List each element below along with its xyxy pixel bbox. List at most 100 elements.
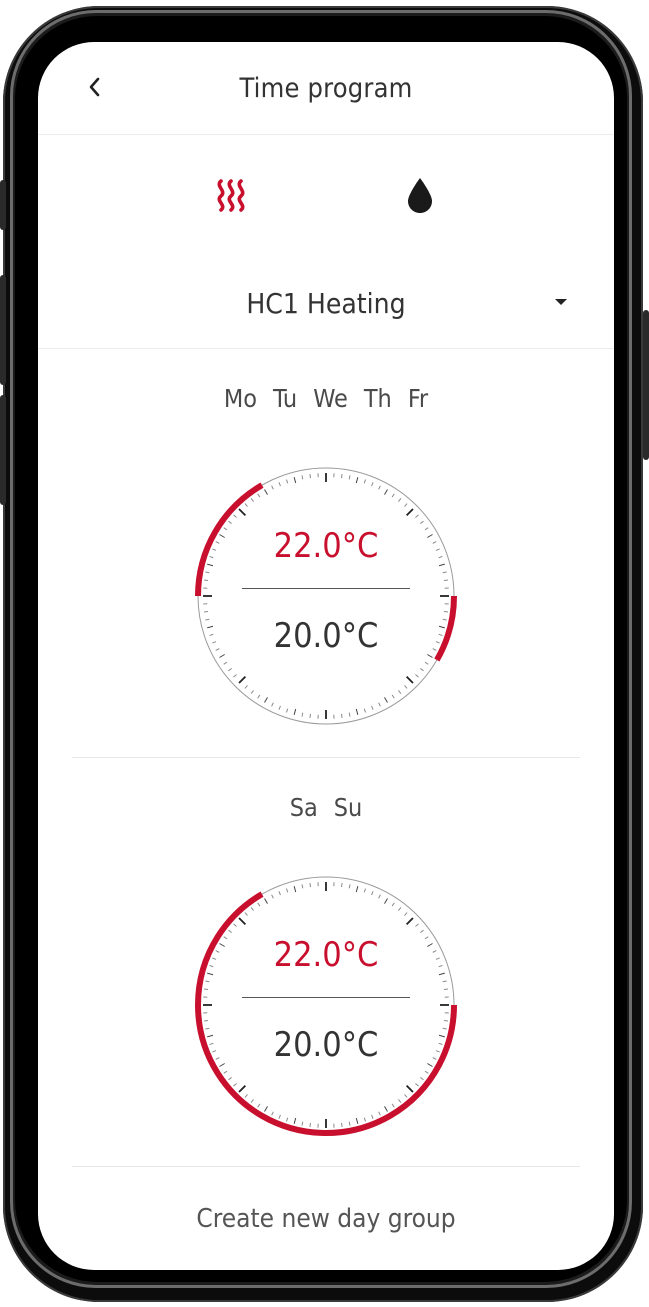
dial-tick <box>293 708 297 715</box>
dial-tick <box>238 675 247 684</box>
dial-tick <box>309 1122 311 1128</box>
dial-tick <box>341 713 343 719</box>
dial-tick <box>285 479 289 484</box>
dial-tick <box>443 1020 449 1022</box>
eco-temperature: 20.0°C <box>273 616 379 656</box>
dial-tick <box>293 1117 297 1124</box>
comfort-temperature: 22.0°C <box>273 935 379 975</box>
tab-heating[interactable] <box>208 172 256 218</box>
dial-tick <box>405 917 414 926</box>
dial-tick <box>405 675 414 684</box>
day-label: Su <box>333 793 363 822</box>
dial-tick <box>404 503 408 507</box>
comfort-temperature: 22.0°C <box>273 526 379 566</box>
dial-tick <box>257 902 261 907</box>
caret-down-icon <box>555 299 567 305</box>
dial-tick <box>384 489 388 495</box>
dial-tick <box>371 891 374 896</box>
day-group-weekend-label[interactable]: Sa Su <box>38 792 614 824</box>
dial-tick <box>384 898 388 904</box>
dial-tick <box>228 520 232 524</box>
dial-tick <box>363 708 367 713</box>
dial-tick <box>301 712 304 717</box>
dial-tick <box>233 674 237 678</box>
dial-tick <box>293 886 297 893</box>
dial-tick <box>355 477 359 484</box>
dial-tick <box>223 661 228 665</box>
dial-tick <box>420 929 424 933</box>
dial-tick <box>378 1111 381 1116</box>
side-button <box>0 395 6 505</box>
dial-tick <box>293 477 297 484</box>
dial-tick <box>278 891 281 896</box>
dial-tick <box>371 705 374 710</box>
dial-tick <box>203 579 209 581</box>
dial-tick <box>384 1106 388 1112</box>
dial-tick <box>203 1020 209 1022</box>
app-screen: Time program HC1 Heating Mo Tu We Th Fr 22.0… <box>38 42 614 1270</box>
dial-tick <box>264 898 268 904</box>
dial-tick <box>233 923 237 927</box>
day-label: Th <box>363 384 392 413</box>
dial-tick <box>228 929 232 933</box>
day-label: Sa <box>289 793 318 822</box>
dial-tick <box>341 473 343 479</box>
dial-tick <box>404 912 408 916</box>
dial-tick <box>264 1106 268 1112</box>
dial-tick <box>398 498 402 502</box>
schedule-dial-weekend[interactable]: 22.0°C 20.0°C <box>192 871 460 1139</box>
dial-tick <box>309 713 311 719</box>
dial-tick <box>244 503 248 507</box>
dial-tick <box>384 697 388 703</box>
heating-waves-icon <box>217 179 245 212</box>
dial-tick <box>250 690 254 694</box>
dial-tick <box>363 479 367 484</box>
dial-tick <box>228 1077 232 1081</box>
dial-tick <box>223 1070 228 1074</box>
create-day-group-button[interactable]: Create new day group <box>38 1202 614 1236</box>
dial-tick <box>228 668 232 672</box>
dial-tick <box>371 1114 374 1119</box>
tab-hot-water[interactable] <box>400 172 440 218</box>
dial-tick <box>378 702 381 707</box>
dial-tick <box>348 884 351 889</box>
dial-tick <box>341 1122 343 1128</box>
schedule-dial-weekdays[interactable]: 22.0°C 20.0°C <box>192 462 460 730</box>
dial-tick <box>420 668 424 672</box>
day-group-weekdays-label[interactable]: Mo Tu We Th Fr <box>38 383 614 415</box>
dial-tick <box>233 514 237 518</box>
day-label: We <box>313 384 348 413</box>
side-button <box>643 310 649 460</box>
heating-circuit-dropdown[interactable]: HC1 Heating <box>38 270 614 349</box>
dial-tick <box>398 690 402 694</box>
dial-tick <box>205 980 210 983</box>
dial-tick <box>363 888 367 893</box>
dial-tick <box>405 508 414 517</box>
dial-tick <box>348 475 351 480</box>
dial-tick <box>442 980 447 983</box>
dial-tick <box>238 917 247 926</box>
dial-divider <box>242 997 410 998</box>
dial-tick <box>271 485 274 490</box>
dial-tick <box>443 611 449 613</box>
dial-tick <box>264 697 268 703</box>
dial-tick <box>301 475 304 480</box>
dial-tick <box>250 498 254 502</box>
dial-tick <box>415 674 419 678</box>
dial-tick <box>378 894 381 899</box>
dial-tick <box>371 482 374 487</box>
dial-tick <box>264 489 268 495</box>
comfort-period-arc[interactable] <box>195 891 457 1136</box>
dial-tick <box>405 1084 414 1093</box>
dial-tick <box>238 508 247 517</box>
dial-tick <box>415 1083 419 1087</box>
dial-tick <box>355 1117 359 1124</box>
dial-divider <box>242 588 410 589</box>
day-label: Mo <box>223 384 257 413</box>
selected-circuit: HC1 Heating <box>246 287 406 320</box>
dial-tick <box>285 1117 289 1122</box>
page-title: Time program <box>239 73 413 104</box>
schedule-dial-graphic <box>195 467 457 725</box>
dial-tick <box>391 1103 395 1108</box>
dial-tick <box>391 493 395 498</box>
